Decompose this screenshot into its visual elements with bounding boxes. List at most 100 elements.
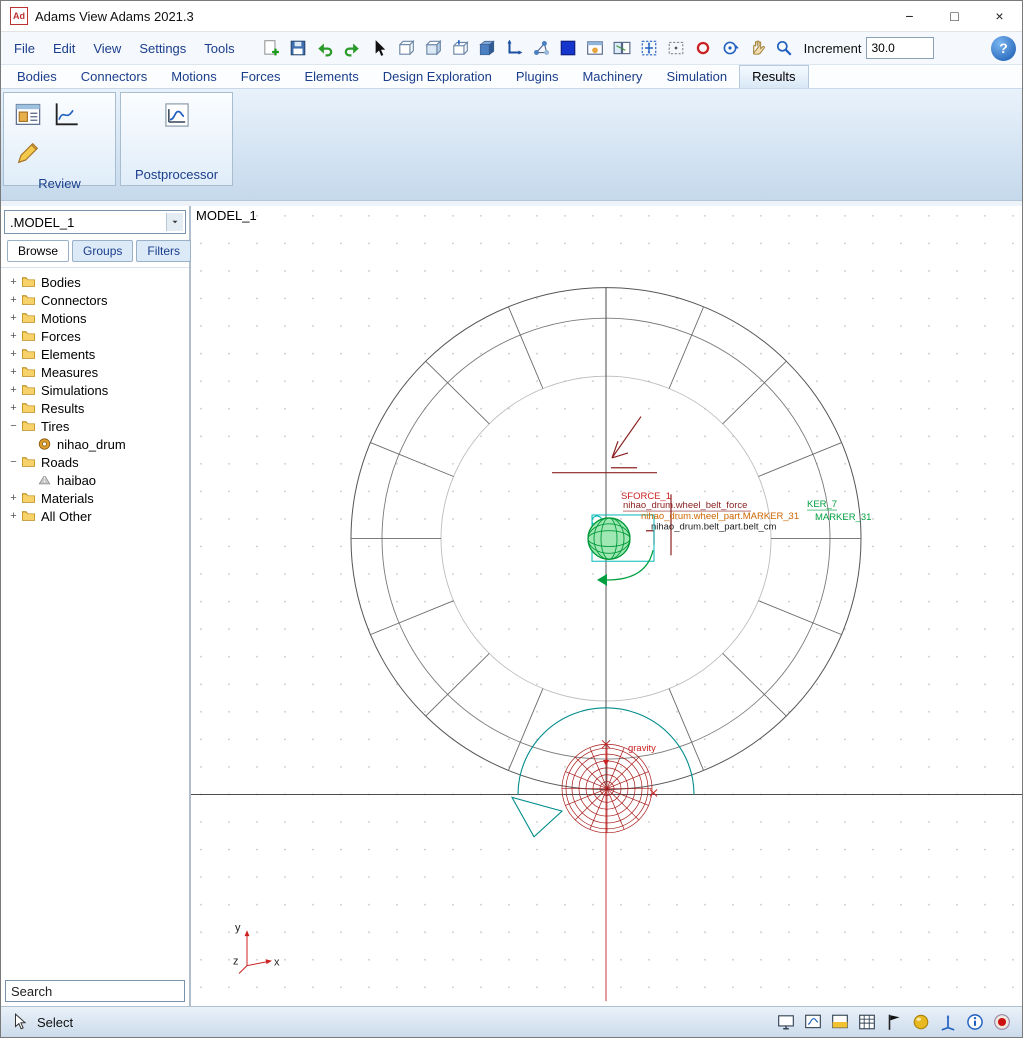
help-button[interactable]: ? xyxy=(991,36,1016,61)
tree-item-bodies[interactable]: +Bodies xyxy=(1,273,189,291)
tree-item-all-other[interactable]: + All Other xyxy=(1,507,189,525)
position-axes-icon[interactable] xyxy=(501,35,528,61)
menu-edit[interactable]: Edit xyxy=(44,41,84,56)
tree-item-forces[interactable]: +Forces xyxy=(1,327,189,345)
plot-measure-icon[interactable] xyxy=(52,101,80,129)
top-view-icon[interactable] xyxy=(447,35,474,61)
animation-review-icon[interactable] xyxy=(14,101,42,129)
tree-item-elements[interactable]: +Elements xyxy=(1,345,189,363)
mechanism-icon[interactable] xyxy=(528,35,555,61)
viewport-canvas[interactable]: SFORCE_1 nihao_drum.wheel_belt_force KER… xyxy=(191,206,1022,1006)
record-icon[interactable] xyxy=(992,1012,1012,1032)
search-input[interactable] xyxy=(5,980,185,1002)
sidebar-tab-groups[interactable]: Groups xyxy=(72,240,133,262)
tree-item-connectors[interactable]: +Connectors xyxy=(1,291,189,309)
tree-item-haibao[interactable]: haibao xyxy=(1,471,189,489)
menu-tools[interactable]: Tools xyxy=(195,41,243,56)
model-selector[interactable]: .MODEL_1 xyxy=(4,210,186,234)
tree-expander[interactable]: + xyxy=(7,366,20,378)
minimize-button[interactable]: − xyxy=(887,1,932,31)
tab-design-exploration[interactable]: Design Exploration xyxy=(371,66,504,88)
annotation-belt-cm: nihao_drum.belt_part.belt_cm xyxy=(651,521,777,532)
ribbon-tabs: BodiesConnectorsMotionsForcesElementsDes… xyxy=(1,65,1022,89)
tab-machinery[interactable]: Machinery xyxy=(570,66,654,88)
postprocessor-icon[interactable] xyxy=(163,101,191,129)
fit-view-icon[interactable] xyxy=(636,35,663,61)
zoom-icon[interactable] xyxy=(771,35,798,61)
color-swatch-icon[interactable] xyxy=(555,35,582,61)
viewport[interactable]: SFORCE_1 nihao_drum.wheel_belt_force KER… xyxy=(191,206,1022,1006)
tree-item-measures[interactable]: +Measures xyxy=(1,363,189,381)
tree-expander[interactable]: − xyxy=(7,420,20,432)
increment-input[interactable] xyxy=(866,37,934,59)
tab-plugins[interactable]: Plugins xyxy=(504,66,571,88)
chevron-down-icon[interactable] xyxy=(166,213,183,231)
tab-connectors[interactable]: Connectors xyxy=(69,66,159,88)
table-grid-icon[interactable] xyxy=(857,1012,877,1032)
new-model-icon[interactable] xyxy=(258,35,285,61)
tree-item-nihao-drum[interactable]: nihao_drum xyxy=(1,435,189,453)
front-view-icon[interactable] xyxy=(393,35,420,61)
tree-expander[interactable]: − xyxy=(7,456,20,468)
ribbon-group-review: Review xyxy=(3,92,116,186)
tree-expander[interactable]: + xyxy=(7,276,20,288)
record-dot-icon[interactable] xyxy=(690,35,717,61)
flag-icon[interactable] xyxy=(884,1012,904,1032)
iso-view-icon[interactable] xyxy=(420,35,447,61)
folder-icon xyxy=(21,401,37,415)
tree-expander[interactable]: + xyxy=(7,348,20,360)
menu-view[interactable]: View xyxy=(84,41,130,56)
annotation-gravity: gravity xyxy=(628,742,656,753)
render-window-icon[interactable] xyxy=(582,35,609,61)
tab-elements[interactable]: Elements xyxy=(293,66,371,88)
menu-settings[interactable]: Settings xyxy=(130,41,195,56)
tire-wheel[interactable] xyxy=(562,744,652,833)
triad-icon[interactable] xyxy=(938,1012,958,1032)
display-icon[interactable] xyxy=(776,1012,796,1032)
annotate-pencil-icon[interactable] xyxy=(14,139,42,167)
tree-item-motions[interactable]: +Motions xyxy=(1,309,189,327)
workspace-icon[interactable] xyxy=(830,1012,850,1032)
model-browser: .MODEL_1 BrowseGroupsFilters +Bodies+Con… xyxy=(1,206,191,1006)
maximize-button[interactable]: □ xyxy=(932,1,977,31)
tree-expander[interactable]: + xyxy=(7,294,20,306)
tree-expander[interactable]: + xyxy=(7,492,20,504)
tree-label: All Other xyxy=(41,509,92,524)
sidebar-tab-filters[interactable]: Filters xyxy=(136,240,191,262)
tree-expander[interactable]: + xyxy=(7,510,20,522)
tab-bodies[interactable]: Bodies xyxy=(5,66,69,88)
select-cursor-icon[interactable] xyxy=(366,35,393,61)
folder-icon xyxy=(21,347,37,361)
tab-motions[interactable]: Motions xyxy=(159,66,229,88)
sidebar-tab-browse[interactable]: Browse xyxy=(7,240,69,262)
undo-icon[interactable] xyxy=(312,35,339,61)
app-icon: Ad xyxy=(10,7,28,25)
tree-item-simulations[interactable]: +Simulations xyxy=(1,381,189,399)
wheel-hub-sphere[interactable] xyxy=(588,518,630,559)
info-icon[interactable] xyxy=(965,1012,985,1032)
tree-expander[interactable]: + xyxy=(7,312,20,324)
plot-window-icon[interactable] xyxy=(803,1012,823,1032)
menu-file[interactable]: File xyxy=(5,41,44,56)
app-window: Ad Adams View Adams 2021.3 − □ × FileEdi… xyxy=(0,0,1023,1038)
tree-expander[interactable]: + xyxy=(7,402,20,414)
tree-item-tires[interactable]: −Tires xyxy=(1,417,189,435)
shaded-cube-icon[interactable] xyxy=(474,35,501,61)
redo-icon[interactable] xyxy=(339,35,366,61)
material-sphere-icon[interactable] xyxy=(911,1012,931,1032)
folder-icon xyxy=(21,509,37,523)
rotate-view-icon[interactable] xyxy=(717,35,744,61)
tab-results[interactable]: Results xyxy=(739,65,808,88)
tree-item-roads[interactable]: −Roads xyxy=(1,453,189,471)
pan-hand-icon[interactable] xyxy=(744,35,771,61)
tile-windows-icon[interactable] xyxy=(609,35,636,61)
tree-item-materials[interactable]: +Materials xyxy=(1,489,189,507)
selection-rect-icon[interactable] xyxy=(663,35,690,61)
tab-forces[interactable]: Forces xyxy=(229,66,293,88)
tree-item-results[interactable]: +Results xyxy=(1,399,189,417)
tab-simulation[interactable]: Simulation xyxy=(654,66,739,88)
tree-expander[interactable]: + xyxy=(7,384,20,396)
save-icon[interactable] xyxy=(285,35,312,61)
close-button[interactable]: × xyxy=(977,1,1022,31)
tree-expander[interactable]: + xyxy=(7,330,20,342)
